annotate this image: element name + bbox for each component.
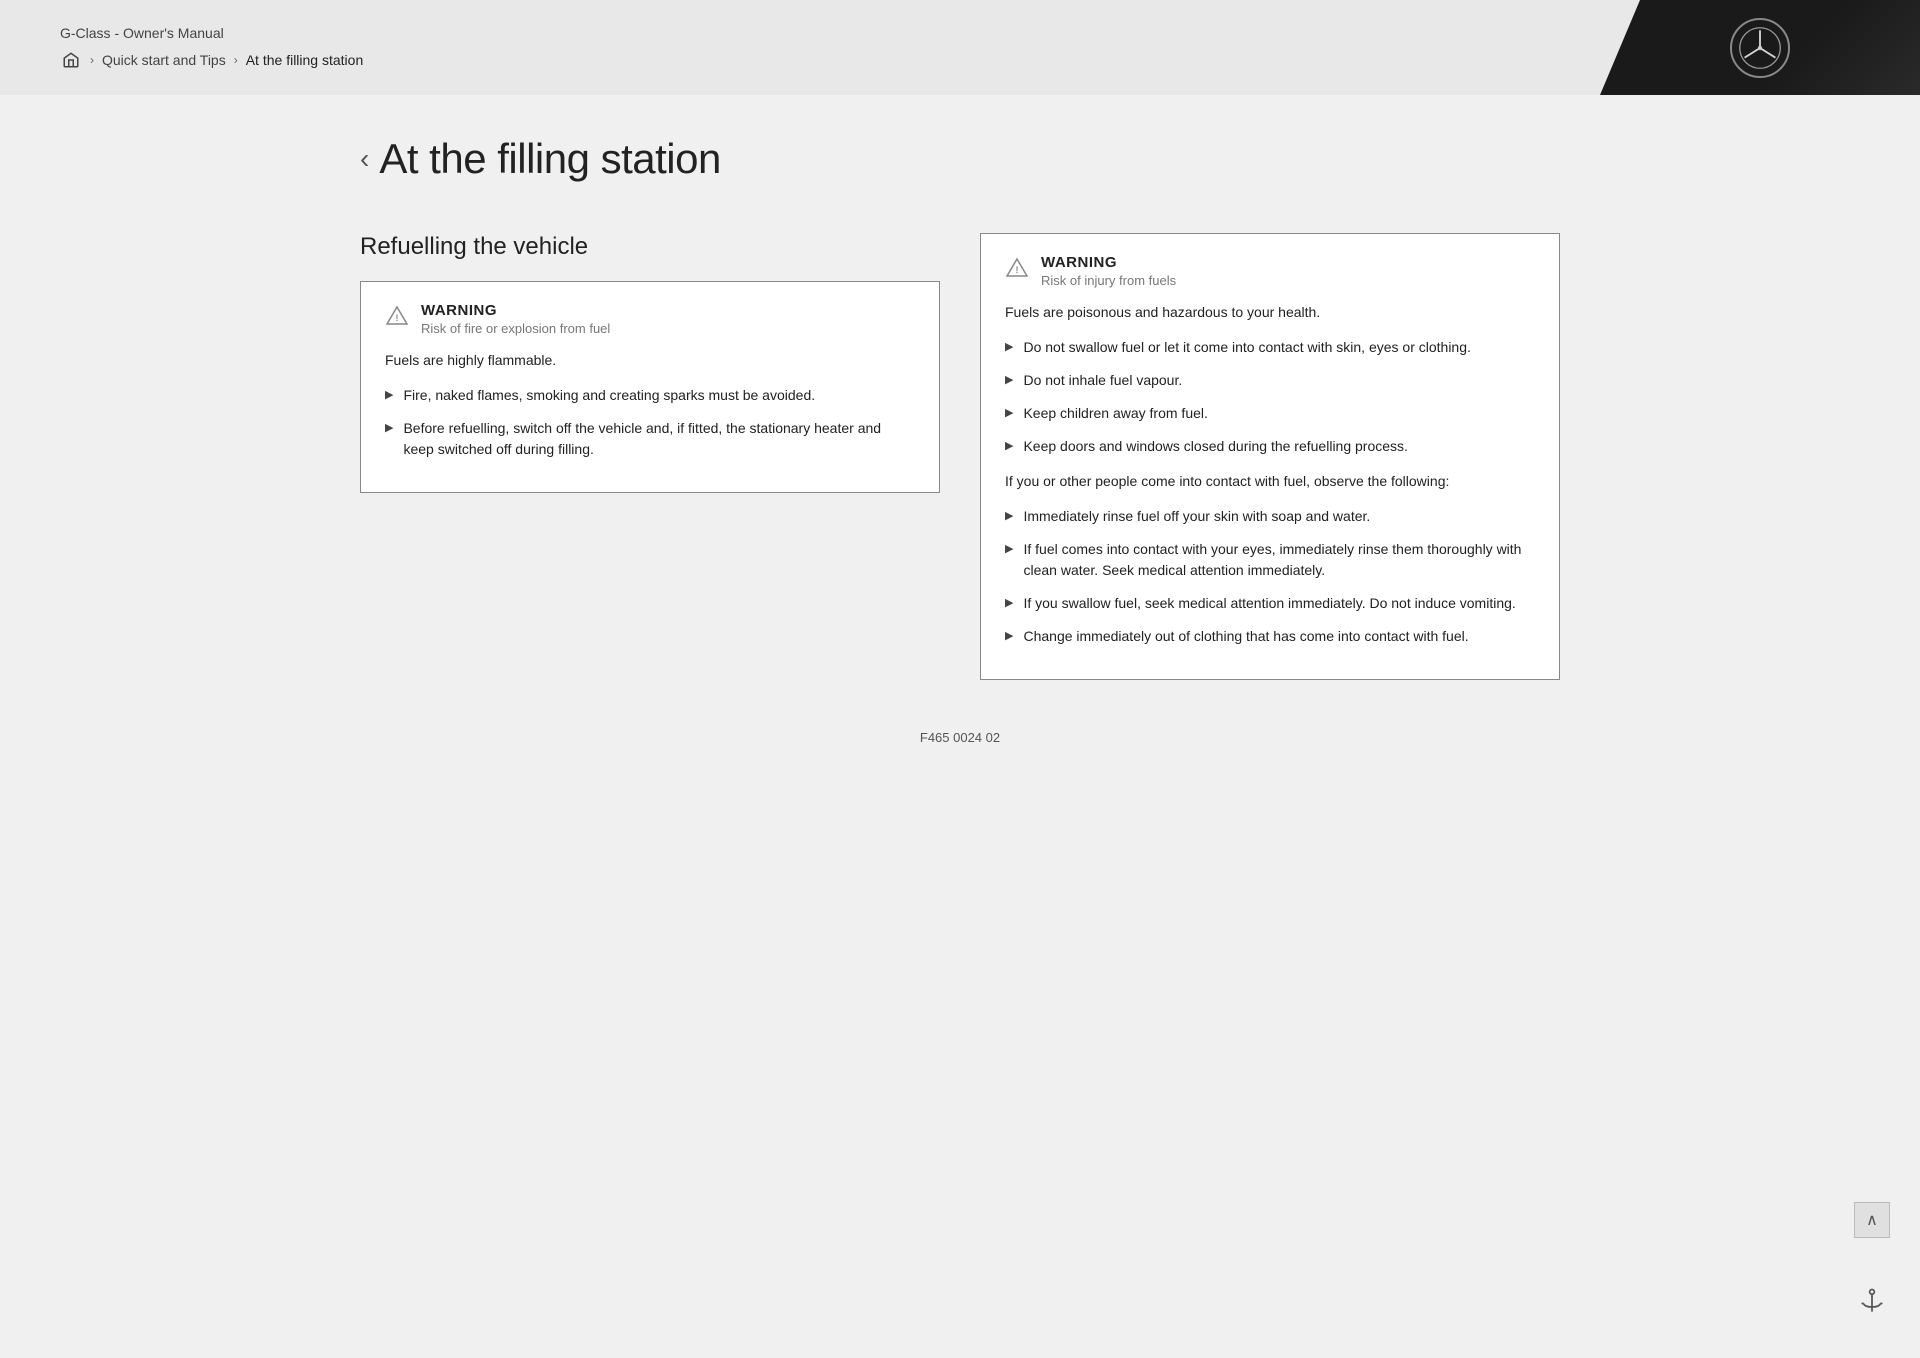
main-content: ‹ At the filling station Refuelling the … [300, 95, 1620, 825]
list-item-text: Do not inhale fuel vapour. [1023, 370, 1182, 391]
bullet-arrow: ▶ [385, 387, 393, 404]
footer-code: F465 0024 02 [920, 730, 1000, 745]
warning-list-right-1: ▶ Do not swallow fuel or let it come int… [1005, 337, 1535, 457]
breadcrumb-sep-2: › [234, 53, 238, 67]
warning-list-right-2: ▶ Immediately rinse fuel off your skin w… [1005, 506, 1535, 647]
bullet-arrow: ▶ [1005, 628, 1013, 645]
breadcrumb-current: At the filling station [246, 52, 364, 68]
page-title-row: ‹ At the filling station [360, 135, 1560, 183]
list-item-text: Do not swallow fuel or let it come into … [1023, 337, 1470, 358]
list-item: ▶ Fire, naked flames, smoking and creati… [385, 385, 915, 406]
warning-title-block-left: WARNING Risk of fire or explosion from f… [421, 302, 610, 336]
svg-text:!: ! [1016, 265, 1019, 275]
header: G-Class - Owner's Manual › Quick start a… [0, 0, 1920, 95]
warning-subtitle-left: Risk of fire or explosion from fuel [421, 321, 610, 336]
warning-triangle-icon-right: ! [1005, 256, 1029, 280]
bullet-arrow: ▶ [1005, 405, 1013, 422]
breadcrumb-sep-1: › [90, 53, 94, 67]
list-item-text: If fuel comes into contact with your eye… [1023, 539, 1535, 581]
list-item-text: Before refuelling, switch off the vehicl… [403, 418, 915, 460]
bullet-arrow: ▶ [1005, 339, 1013, 356]
warning-triangle-icon-left: ! [385, 304, 409, 328]
list-item-text: Keep children away from fuel. [1023, 403, 1207, 424]
list-item-text: If you swallow fuel, seek medical attent… [1023, 593, 1515, 614]
warning-subtitle-right: Risk of injury from fuels [1041, 273, 1176, 288]
warning-box-right: ! WARNING Risk of injury from fuels Fuel… [980, 233, 1560, 680]
warning-title-right: WARNING [1041, 254, 1176, 271]
warning-title-left: WARNING [421, 302, 610, 319]
anchor-icon [1858, 1286, 1886, 1314]
list-item: ▶ If fuel comes into contact with your e… [1005, 539, 1535, 581]
doc-title: G-Class - Owner's Manual [60, 25, 1540, 41]
breadcrumb: › Quick start and Tips › At the filling … [60, 49, 1540, 71]
mercedes-logo [1730, 18, 1790, 78]
bullet-arrow: ▶ [1005, 595, 1013, 612]
svg-text:!: ! [396, 313, 399, 323]
list-item: ▶ Do not inhale fuel vapour. [1005, 370, 1535, 391]
logo-area [1600, 0, 1920, 95]
bottom-icon-button[interactable] [1854, 1282, 1890, 1318]
bullet-arrow: ▶ [1005, 508, 1013, 525]
two-col-layout: Refuelling the vehicle ! WARNING Risk of… [360, 233, 1560, 700]
back-button[interactable]: ‹ [360, 145, 369, 173]
home-icon[interactable] [60, 49, 82, 71]
warning-followup: If you or other people come into contact… [1005, 471, 1535, 492]
bullet-arrow: ▶ [1005, 372, 1013, 389]
warning-header-right: ! WARNING Risk of injury from fuels [1005, 254, 1535, 288]
warning-box-left: ! WARNING Risk of fire or explosion from… [360, 281, 940, 493]
scroll-up-button[interactable]: ∧ [1854, 1202, 1890, 1238]
bullet-arrow: ▶ [1005, 541, 1013, 558]
list-item-text: Immediately rinse fuel off your skin wit… [1023, 506, 1370, 527]
list-item-text: Fire, naked flames, smoking and creating… [403, 385, 815, 406]
list-item: ▶ Do not swallow fuel or let it come int… [1005, 337, 1535, 358]
warning-title-block-right: WARNING Risk of injury from fuels [1041, 254, 1176, 288]
warning-list-left: ▶ Fire, naked flames, smoking and creati… [385, 385, 915, 460]
breadcrumb-section[interactable]: Quick start and Tips [102, 52, 226, 68]
header-content: G-Class - Owner's Manual › Quick start a… [0, 0, 1600, 95]
list-item: ▶ Keep children away from fuel. [1005, 403, 1535, 424]
warning-header-left: ! WARNING Risk of fire or explosion from… [385, 302, 915, 336]
section-heading: Refuelling the vehicle [360, 233, 940, 261]
list-item: ▶ If you swallow fuel, seek medical atte… [1005, 593, 1535, 614]
warning-intro-right: Fuels are poisonous and hazardous to you… [1005, 302, 1535, 323]
footer: F465 0024 02 [360, 700, 1560, 765]
left-column: Refuelling the vehicle ! WARNING Risk of… [360, 233, 940, 513]
warning-intro-left: Fuels are highly flammable. [385, 350, 915, 371]
list-item-text: Keep doors and windows closed during the… [1023, 436, 1407, 457]
list-item: ▶ Keep doors and windows closed during t… [1005, 436, 1535, 457]
list-item-text: Change immediately out of clothing that … [1023, 626, 1468, 647]
list-item: ▶ Immediately rinse fuel off your skin w… [1005, 506, 1535, 527]
bullet-arrow: ▶ [385, 420, 393, 437]
chevron-up-icon: ∧ [1866, 1210, 1878, 1230]
list-item: ▶ Before refuelling, switch off the vehi… [385, 418, 915, 460]
list-item: ▶ Change immediately out of clothing tha… [1005, 626, 1535, 647]
bullet-arrow: ▶ [1005, 438, 1013, 455]
page-title: At the filling station [379, 135, 721, 183]
right-column: ! WARNING Risk of injury from fuels Fuel… [980, 233, 1560, 700]
